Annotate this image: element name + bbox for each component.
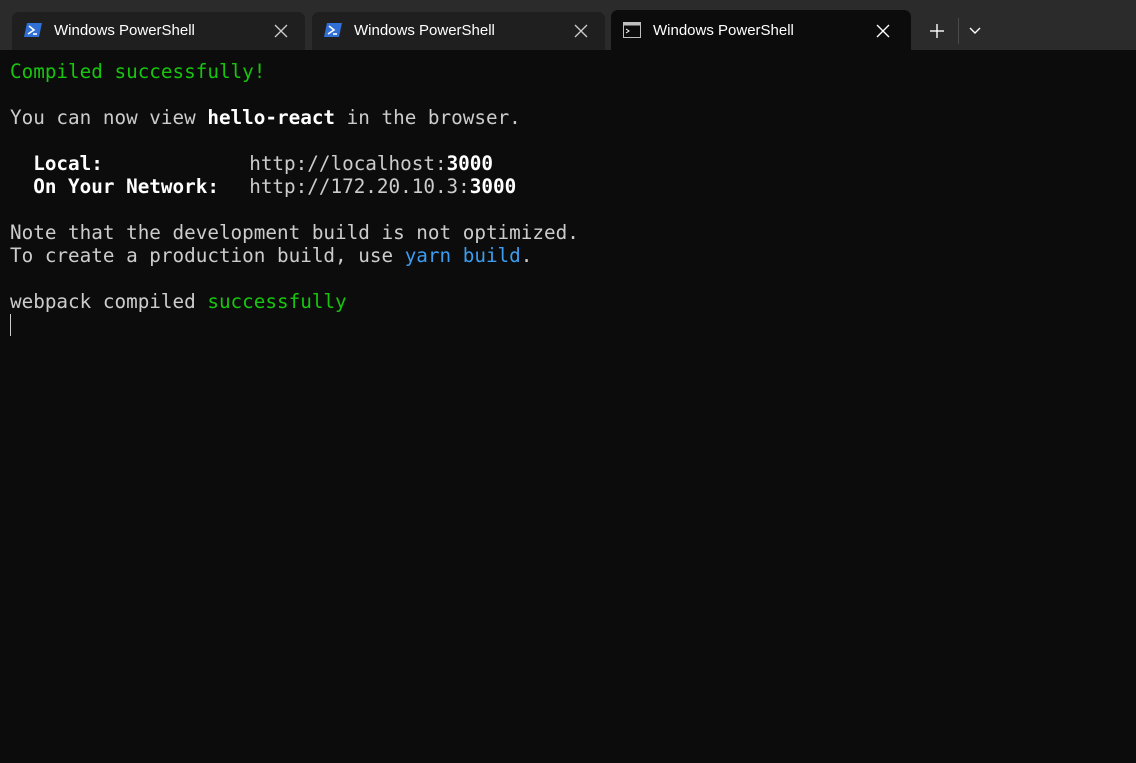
terminal-line-local: Local: http://localhost:3000: [10, 152, 493, 175]
local-label: Local:: [33, 152, 103, 175]
local-port: 3000: [446, 152, 493, 175]
network-label: On Your Network:: [33, 175, 219, 198]
terminal-line-webpack: webpack compiled successfully: [10, 290, 347, 313]
webpack-status: successfully: [207, 290, 347, 313]
text-cursor: [10, 314, 11, 336]
prod-prefix: To create a production build, use: [10, 244, 405, 267]
tab-bar: Windows PowerShell Windows PowerShell Wi…: [0, 0, 1136, 50]
tab-divider: [958, 18, 959, 44]
local-url-prefix: http://localhost:: [249, 152, 447, 175]
compiled-message: Compiled successfully!: [10, 60, 266, 83]
tab-title: Windows PowerShell: [653, 22, 794, 39]
terminal-line-view: You can now view hello-react in the brow…: [10, 106, 521, 129]
tab-title: Windows PowerShell: [54, 22, 195, 39]
console-icon: [623, 22, 641, 38]
powershell-icon: [324, 23, 342, 37]
terminal-line-network: On Your Network: http://172.20.10.3:3000: [10, 175, 516, 198]
terminal-line-production: To create a production build, use yarn b…: [10, 244, 532, 267]
close-icon[interactable]: [573, 23, 589, 39]
plus-icon[interactable]: [924, 16, 950, 44]
prod-command: yarn build: [404, 244, 521, 267]
close-icon[interactable]: [875, 23, 891, 39]
app-name: hello-react: [207, 106, 336, 129]
view-prefix: You can now view: [10, 106, 208, 129]
view-suffix: in the browser.: [335, 106, 521, 129]
terminal-line-note: Note that the development build is not o…: [10, 221, 579, 244]
tab-powershell-active[interactable]: Windows PowerShell: [611, 10, 911, 50]
webpack-prefix: webpack compiled: [10, 290, 208, 313]
note-text: Note that the development build is not o…: [10, 221, 579, 244]
terminal-line-compiled: Compiled successfully!: [10, 60, 265, 83]
terminal-output[interactable]: Compiled successfully! You can now view …: [0, 50, 1136, 763]
tab-powershell-1[interactable]: Windows PowerShell: [12, 12, 305, 50]
prod-suffix: .: [520, 244, 533, 267]
powershell-icon: [24, 23, 42, 37]
tab-title: Windows PowerShell: [354, 22, 495, 39]
terminal-window: Windows PowerShell Windows PowerShell Wi…: [0, 0, 1136, 763]
network-port: 3000: [469, 175, 517, 198]
tab-powershell-2[interactable]: Windows PowerShell: [312, 12, 605, 50]
network-url-prefix: http://172.20.10.3:: [249, 175, 470, 198]
close-icon[interactable]: [273, 23, 289, 39]
chevron-down-icon[interactable]: [964, 16, 986, 44]
